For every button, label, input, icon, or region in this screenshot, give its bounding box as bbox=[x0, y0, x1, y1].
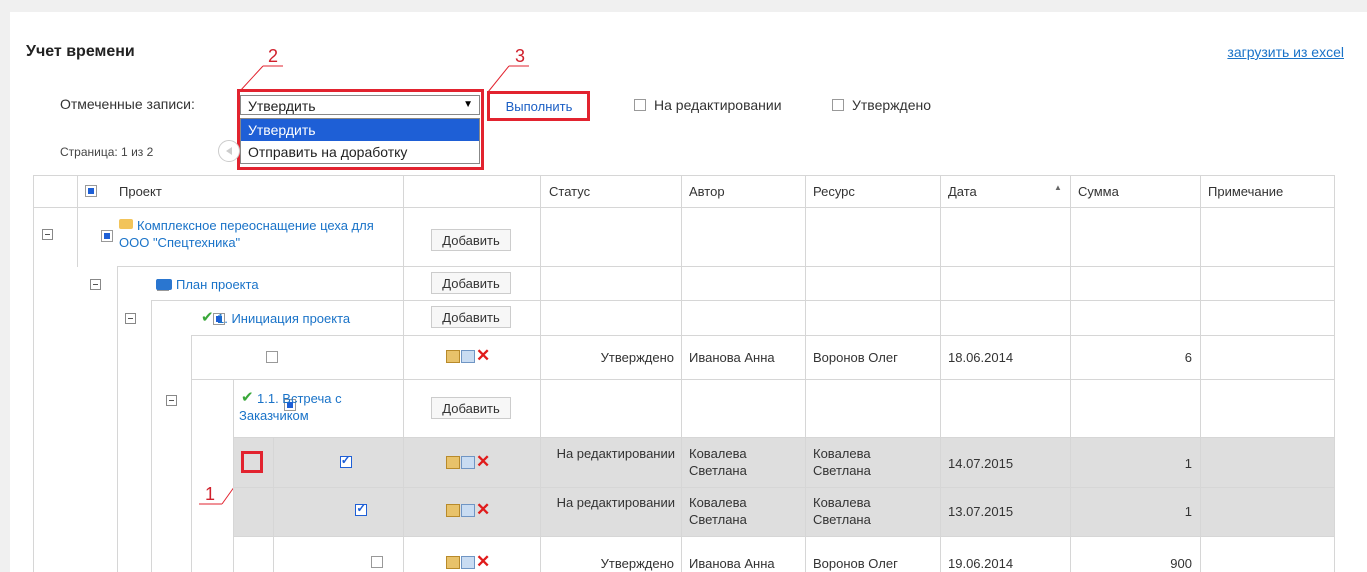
delete-icon[interactable]: ✕ bbox=[476, 452, 490, 472]
entry-sum: 6 bbox=[1184, 350, 1192, 365]
add-plan-entry-button[interactable]: Добавить bbox=[431, 272, 511, 294]
copy-icon[interactable] bbox=[461, 456, 475, 469]
annotation-box-1 bbox=[241, 451, 263, 473]
entry-status: Утверждено bbox=[600, 556, 674, 571]
delete-icon[interactable]: ✕ bbox=[476, 552, 490, 572]
entry-date: 13.07.2015 bbox=[948, 504, 1014, 519]
entry-checkbox[interactable] bbox=[355, 501, 368, 516]
collapse-plan-toggle[interactable] bbox=[90, 279, 101, 290]
project-checkbox[interactable] bbox=[100, 230, 113, 242]
edit-icon[interactable] bbox=[446, 556, 460, 569]
collapse-project-toggle[interactable] bbox=[42, 229, 53, 240]
entry-date: 19.06.2014 bbox=[948, 556, 1014, 571]
entry-sum: 900 bbox=[1170, 556, 1192, 571]
entry-checkbox[interactable] bbox=[339, 453, 352, 468]
column-header-sum[interactable]: Сумма bbox=[1078, 183, 1119, 200]
folder-icon bbox=[156, 279, 172, 290]
column-header-note[interactable]: Примечание bbox=[1208, 183, 1283, 200]
entry-resource: Воронов Олег bbox=[813, 350, 898, 365]
entry-author: Иванова Анна bbox=[689, 350, 775, 365]
collapse-task1-toggle[interactable] bbox=[125, 313, 136, 324]
entry-author: Иванова Анна bbox=[689, 556, 775, 571]
time-table: Проект Статус Автор Ресурс Дата ▲ Сумма … bbox=[33, 175, 1335, 572]
add-task11-entry-button[interactable]: Добавить bbox=[431, 397, 511, 419]
add-project-entry-button[interactable]: Добавить bbox=[431, 229, 511, 251]
entry-checkbox[interactable] bbox=[265, 351, 278, 363]
entry-checkbox[interactable] bbox=[371, 556, 383, 568]
entry-status: На редактировании bbox=[556, 446, 675, 461]
entry-date: 18.06.2014 bbox=[948, 350, 1014, 365]
entry-actions: ✕ bbox=[446, 552, 506, 572]
copy-icon[interactable] bbox=[461, 350, 475, 363]
copy-icon[interactable] bbox=[461, 504, 475, 517]
delete-icon[interactable]: ✕ bbox=[476, 500, 490, 520]
collapse-task11-toggle[interactable] bbox=[166, 395, 177, 406]
entry-resource: Ковалева Светлана bbox=[813, 495, 871, 527]
sort-asc-icon: ▲ bbox=[1054, 183, 1062, 192]
delete-icon[interactable]: ✕ bbox=[476, 346, 490, 366]
entry-status: Утверждено bbox=[600, 350, 674, 365]
entry-actions: ✕ bbox=[446, 346, 506, 366]
entry-status: На редактировании bbox=[556, 495, 675, 510]
column-header-project[interactable]: Проект bbox=[119, 183, 162, 200]
entry-resource: Воронов Олег bbox=[813, 556, 898, 571]
entry-actions: ✕ bbox=[446, 500, 506, 520]
add-task1-entry-button[interactable]: Добавить bbox=[431, 306, 511, 328]
column-header-author[interactable]: Автор bbox=[689, 183, 725, 200]
column-header-status[interactable]: Статус bbox=[549, 183, 590, 200]
copy-icon[interactable] bbox=[461, 556, 475, 569]
column-header-date[interactable]: Дата bbox=[948, 183, 977, 200]
entry-sum: 1 bbox=[1184, 456, 1192, 471]
edit-icon[interactable] bbox=[446, 504, 460, 517]
entry-author: Ковалева Светлана bbox=[689, 495, 747, 527]
entry-actions: ✕ bbox=[446, 452, 506, 472]
edit-icon[interactable] bbox=[446, 456, 460, 469]
task11-link[interactable]: 1.1. Встреча с Заказчиком bbox=[239, 390, 379, 424]
plan-link[interactable]: План проекта bbox=[176, 276, 259, 293]
entry-author: Ковалева Светлана bbox=[689, 446, 747, 478]
entry-sum: 1 bbox=[1184, 504, 1192, 519]
entry-resource: Ковалева Светлана bbox=[813, 446, 871, 478]
edit-icon[interactable] bbox=[446, 350, 460, 363]
column-header-resource[interactable]: Ресурс bbox=[813, 183, 855, 200]
select-all-checkbox[interactable] bbox=[85, 185, 97, 197]
project-link[interactable]: Комплексное переоснащение цеха для ООО "… bbox=[119, 217, 389, 251]
check-icon: ✔ bbox=[201, 309, 214, 326]
entry-date: 14.07.2015 bbox=[948, 456, 1014, 471]
task1-link[interactable]: 1. Инициация проекта bbox=[217, 310, 350, 327]
